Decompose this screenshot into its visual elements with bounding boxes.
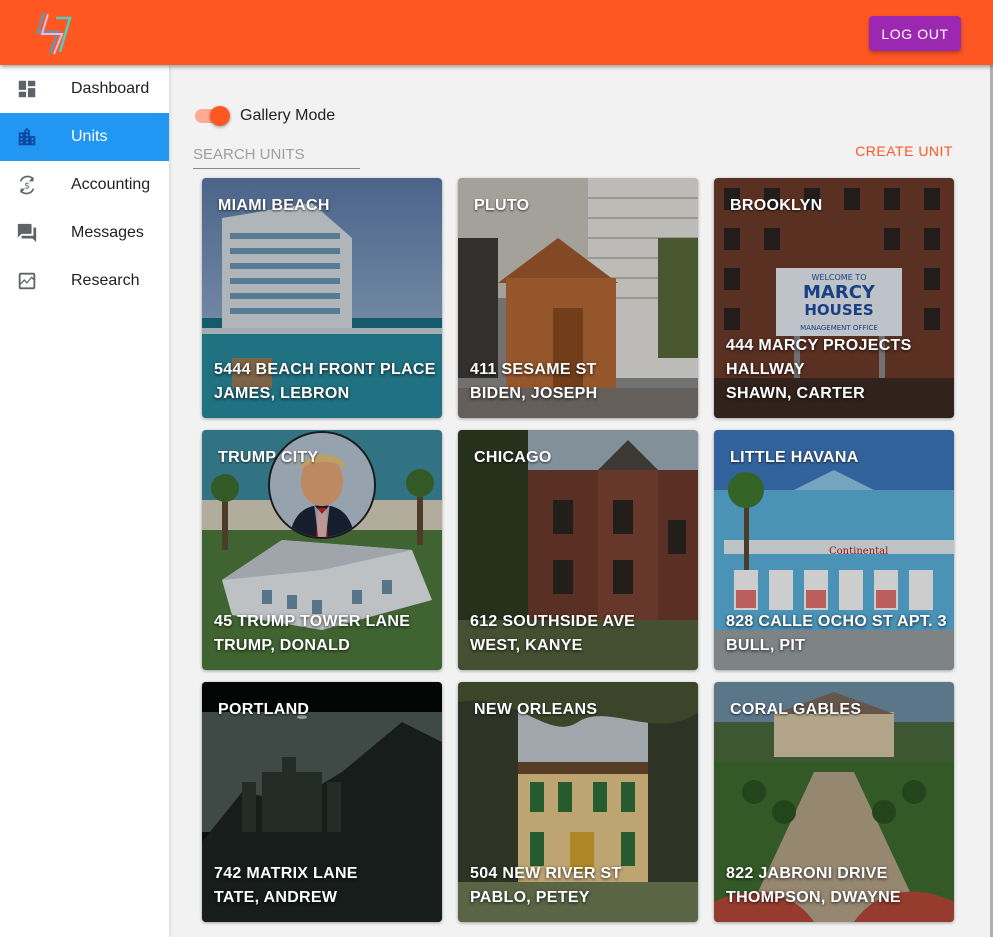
switch-thumb bbox=[210, 106, 230, 126]
unit-card-miami-beach[interactable]: MIAMI BEACH 5444 BEACH FRONT PLACE JAMES… bbox=[202, 178, 442, 418]
unit-city: NEW ORLEANS bbox=[474, 701, 598, 718]
unit-card-new-orleans[interactable]: NEW ORLEANS 504 NEW RIVER ST PABLO, PETE… bbox=[458, 682, 698, 922]
sidebar-item-label: Accounting bbox=[71, 176, 151, 193]
dashboard-icon bbox=[16, 78, 38, 100]
sidebar-item-label: Units bbox=[71, 128, 108, 145]
unit-address: 504 NEW RIVER ST bbox=[470, 865, 622, 882]
unit-details: 45 TRUMP TOWER LANE TRUMP, DONALD bbox=[214, 610, 434, 658]
unit-city: CHICAGO bbox=[474, 449, 552, 466]
sidebar-item-accounting[interactable]: $ Accounting bbox=[0, 161, 169, 209]
unit-card-brooklyn[interactable]: WELCOME TO MARCY HOUSES MANAGEMENT OFFIC… bbox=[714, 178, 954, 418]
svg-text:$: $ bbox=[24, 181, 30, 192]
sidebar-item-units[interactable]: Units bbox=[0, 113, 169, 161]
unit-card-coral-gables[interactable]: CORAL GABLES 822 JABRONI DRIVE THOMPSON,… bbox=[714, 682, 954, 922]
unit-tenant: THOMPSON, DWAYNE bbox=[726, 889, 901, 906]
unit-address: 822 JABRONI DRIVE bbox=[726, 865, 888, 882]
sidebar: Dashboard Units $ Accounting Messages Re… bbox=[0, 65, 169, 937]
unit-city: MIAMI BEACH bbox=[218, 197, 330, 214]
unit-address: 742 MATRIX LANE bbox=[214, 865, 358, 882]
gallery-mode-label: Gallery Mode bbox=[240, 107, 336, 124]
unit-tenant: JAMES, LEBRON bbox=[214, 385, 350, 402]
unit-card-pluto[interactable]: PLUTO 411 SESAME ST BIDEN, JOSEPH bbox=[458, 178, 698, 418]
unit-tenant: BIDEN, JOSEPH bbox=[470, 385, 598, 402]
unit-details: 411 SESAME ST BIDEN, JOSEPH bbox=[470, 358, 690, 406]
logout-button[interactable]: LOG OUT bbox=[869, 16, 961, 51]
unit-tenant: WEST, KANYE bbox=[470, 637, 583, 654]
unit-address: 444 MARCY PROJECTS bbox=[726, 337, 912, 354]
unit-card-chicago[interactable]: CHICAGO 612 SOUTHSIDE AVE WEST, KANYE bbox=[458, 430, 698, 670]
unit-details: 822 JABRONI DRIVE THOMPSON, DWAYNE bbox=[726, 862, 946, 910]
chart-icon bbox=[16, 270, 38, 292]
unit-details: 504 NEW RIVER ST PABLO, PETEY bbox=[470, 862, 690, 910]
unit-tenant: TATE, ANDREW bbox=[214, 889, 338, 906]
unit-tenant: BULL, PIT bbox=[726, 637, 806, 654]
unit-address: 5444 BEACH FRONT PLACE bbox=[214, 361, 436, 378]
search-units-input[interactable] bbox=[193, 141, 360, 169]
app-header: LOG OUT bbox=[0, 0, 993, 65]
unit-address: 411 SESAME ST bbox=[470, 361, 597, 378]
building-icon bbox=[16, 126, 38, 148]
unit-city: PLUTO bbox=[474, 197, 530, 214]
sidebar-item-label: Research bbox=[71, 272, 140, 289]
unit-city: LITTLE HAVANA bbox=[730, 449, 859, 466]
unit-address: 828 CALLE OCHO ST APT. 3 bbox=[726, 613, 947, 630]
unit-card-little-havana[interactable]: Continental LITTLE HAVANA 828 CALLE OCHO… bbox=[714, 430, 954, 670]
unit-address-extra: HALLWAY bbox=[726, 361, 805, 378]
unit-city: TRUMP CITY bbox=[218, 449, 319, 466]
unit-tenant: TRUMP, DONALD bbox=[214, 637, 351, 654]
sidebar-item-research[interactable]: Research bbox=[0, 257, 169, 305]
unit-details: 5444 BEACH FRONT PLACE JAMES, LEBRON bbox=[214, 358, 436, 406]
money-sync-icon: $ bbox=[16, 174, 38, 196]
sidebar-item-dashboard[interactable]: Dashboard bbox=[0, 65, 169, 113]
sidebar-item-messages[interactable]: Messages bbox=[0, 209, 169, 257]
create-unit-button[interactable]: CREATE UNIT bbox=[855, 143, 953, 159]
unit-address: 612 SOUTHSIDE AVE bbox=[470, 613, 636, 630]
unit-address: 45 TRUMP TOWER LANE bbox=[214, 613, 411, 630]
unit-details: 742 MATRIX LANE TATE, ANDREW bbox=[214, 862, 434, 910]
unit-details: 828 CALLE OCHO ST APT. 3 BULL, PIT bbox=[726, 610, 947, 658]
main-content: Gallery Mode CREATE UNIT MIAMI BEACH 544… bbox=[169, 65, 993, 937]
unit-card-portland[interactable]: PORTLAND 742 MATRIX LANE TATE, ANDREW bbox=[202, 682, 442, 922]
unit-city: PORTLAND bbox=[218, 701, 310, 718]
unit-card-trump-city[interactable]: TRUMP CITY 45 TRUMP TOWER LANE TRUMP, DO… bbox=[202, 430, 442, 670]
unit-tenant: SHAWN, CARTER bbox=[726, 385, 866, 402]
chat-icon bbox=[16, 222, 38, 244]
unit-details: 444 MARCY PROJECTS HALLWAY SHAWN, CARTER bbox=[726, 334, 946, 406]
gallery-mode-toggle-row: Gallery Mode bbox=[193, 104, 335, 128]
gallery-mode-switch[interactable] bbox=[193, 104, 231, 128]
sidebar-item-label: Messages bbox=[71, 224, 144, 241]
lightning-logo-icon[interactable] bbox=[34, 8, 76, 58]
unit-city: CORAL GABLES bbox=[730, 701, 862, 718]
unit-tenant: PABLO, PETEY bbox=[470, 889, 590, 906]
sidebar-item-label: Dashboard bbox=[71, 80, 150, 97]
unit-details: 612 SOUTHSIDE AVE WEST, KANYE bbox=[470, 610, 690, 658]
unit-city: BROOKLYN bbox=[730, 197, 823, 214]
